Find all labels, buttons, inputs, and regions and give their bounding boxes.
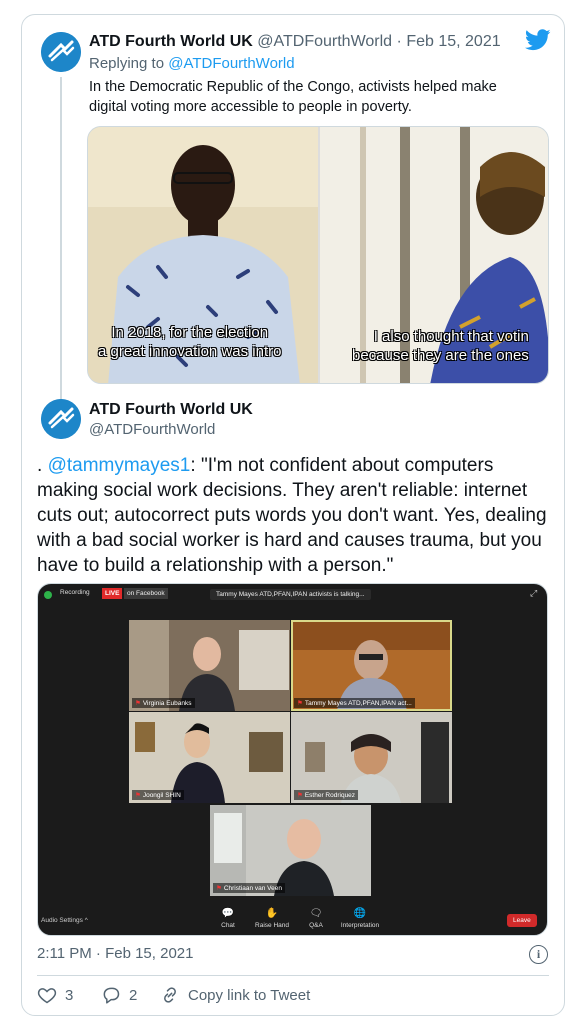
video-frame-left: In 2018, for the election a great innova… (88, 127, 318, 383)
participant-name: Christiaan van Veen (223, 885, 283, 892)
reply-tweet-text: In the Democratic Republic of the Congo,… (89, 79, 497, 115)
replying-to: Replying to @ATDFourthWorld (89, 55, 295, 72)
heart-icon (37, 988, 57, 1004)
author-line: ATD Fourth World UK @ATDFourthWorld · Fe… (89, 33, 501, 50)
tweet-text: . @tammymayes1: "I'm not confident about… (37, 455, 547, 576)
replying-to-handle[interactable]: @ATDFourthWorld (168, 55, 294, 72)
hand-icon: ✋ (265, 908, 279, 919)
raise-hand-button[interactable]: ✋ Raise Hand (247, 908, 297, 929)
author-avatar[interactable] (41, 32, 81, 72)
video-thumbnail[interactable]: In 2018, for the election a great innova… (87, 126, 549, 384)
audio-settings[interactable]: Audio Settings ^ (41, 917, 88, 924)
author-name[interactable]: ATD Fourth World UK (89, 33, 253, 50)
participant-name: Joongil SHIN (142, 792, 181, 799)
talking-indicator: Tammy Mayes ATD,PFAN,IPAN activists is t… (210, 589, 371, 600)
participant-tile: ⚑ Virginia Eubanks (129, 620, 290, 711)
tweet-date[interactable]: Feb 15, 2021 (406, 33, 500, 50)
reply-icon (103, 987, 120, 1004)
video-subtitle-right: I also thought that votin because they a… (352, 328, 529, 364)
interpretation-button[interactable]: 🌐 Interpretation (335, 908, 385, 929)
zoom-control-bar: Audio Settings ^ 💬 Chat ✋ Raise Hand 🗨 Q&A … (38, 902, 547, 935)
zoom-screenshot[interactable]: Recording LIVE on Facebook Tammy Mayes A… (37, 583, 548, 936)
author-handle[interactable]: @ATDFourthWorld (257, 33, 392, 50)
leave-button[interactable]: Leave (507, 914, 537, 927)
live-badge: LIVE (102, 588, 123, 599)
like-button[interactable]: 3 (37, 985, 73, 1005)
video-subtitle-left: In 2018, for the election a great innova… (98, 324, 282, 360)
reply-count: 2 (129, 986, 138, 1004)
author-name[interactable]: ATD Fourth World UK (89, 401, 253, 419)
reply-button[interactable]: 2 (101, 985, 137, 1005)
tweet-timestamp[interactable]: 2:11 PM · Feb 15, 2021 (37, 945, 193, 962)
recording-label: Recording (60, 589, 90, 596)
shield-icon (44, 591, 52, 599)
link-icon (164, 987, 176, 1003)
author-handle[interactable]: @ATDFourthWorld (89, 421, 215, 438)
author-avatar[interactable] (41, 399, 81, 439)
globe-icon: 🌐 (353, 908, 367, 919)
participant-tile-active: ⚑ Tammy Mayes ATD,PFAN,IPAN act... (291, 620, 452, 711)
qa-icon: 🗨 (309, 908, 323, 919)
like-count: 3 (65, 986, 74, 1004)
divider (37, 975, 549, 976)
participant-tile: ⚑ Joongil SHIN (129, 712, 290, 803)
info-icon[interactable]: i (529, 945, 548, 964)
copy-link-label: Copy link to Tweet (188, 986, 311, 1004)
participant-tile: ⚑ Esther Rodriquez (291, 712, 452, 803)
participant-name: Tammy Mayes ATD,PFAN,IPAN act... (304, 700, 412, 707)
participant-name: Virginia Eubanks (142, 700, 192, 707)
tweet-card: ATD Fourth World UK @ATDFourthWorld · Fe… (21, 14, 565, 1016)
chat-icon: 💬 (221, 908, 235, 919)
zoom-top-bar: Recording LIVE on Facebook Tammy Mayes A… (38, 584, 547, 606)
participant-name: Esther Rodriquez (304, 792, 356, 799)
expand-icon: ⤢ (530, 588, 538, 598)
video-frame-right: I also thought that votin because they a… (320, 127, 548, 383)
thread-line (60, 77, 62, 407)
facebook-label: on Facebook (124, 588, 168, 599)
copy-link-button[interactable]: Copy link to Tweet (160, 985, 310, 1005)
qa-button[interactable]: 🗨 Q&A (291, 908, 341, 929)
twitter-bird-icon[interactable] (525, 29, 551, 51)
participant-tile: ⚑ Christiaan van Veen (210, 805, 371, 896)
chat-button[interactable]: 💬 Chat (203, 908, 253, 929)
mention-link[interactable]: @tammymayes1 (48, 455, 191, 476)
